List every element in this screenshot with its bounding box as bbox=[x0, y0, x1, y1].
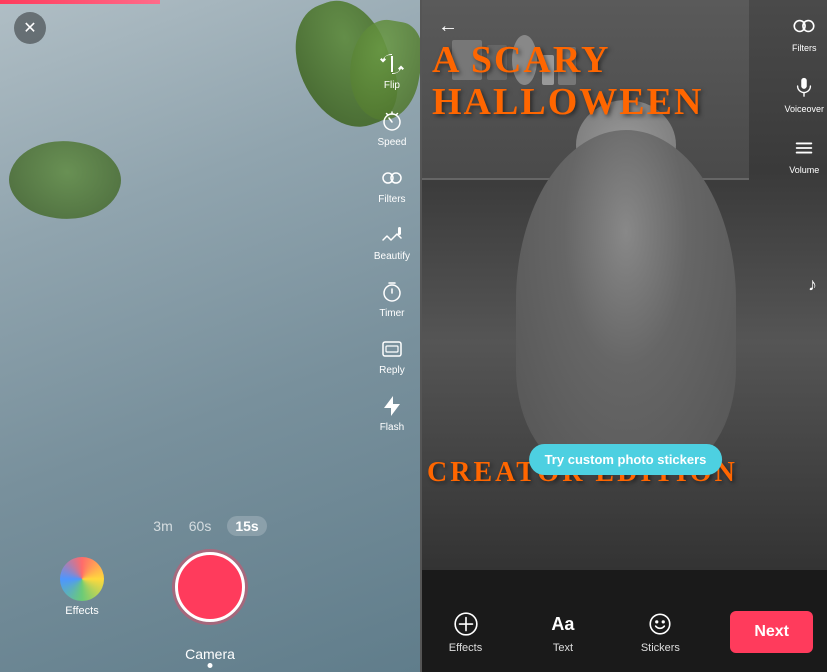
flash-icon bbox=[378, 392, 406, 420]
stickers-tool-button[interactable]: Stickers bbox=[633, 610, 688, 654]
duration-60s[interactable]: 60s bbox=[189, 518, 212, 534]
duration-3m[interactable]: 3m bbox=[153, 518, 172, 534]
title-line2: HALLOWEEN bbox=[432, 82, 749, 124]
halloween-title: A SCARY HALLOWEEN bbox=[432, 40, 749, 124]
video-filters-label: Filters bbox=[792, 43, 817, 53]
text-tool-button[interactable]: Aa Text bbox=[535, 610, 590, 654]
effects-tool-icon bbox=[452, 610, 480, 638]
camera-dot bbox=[208, 663, 213, 668]
filters-icon bbox=[378, 164, 406, 192]
reply-button[interactable]: Reply bbox=[378, 335, 406, 376]
sticker-banner[interactable]: Try custom photo stickers bbox=[529, 444, 723, 475]
next-button[interactable]: Next bbox=[730, 611, 813, 653]
editor-panel: A SCARY HALLOWEEN CREATOR EDITION ← Filt… bbox=[422, 0, 827, 672]
person-body bbox=[516, 130, 736, 470]
effects-tool-label: Effects bbox=[449, 642, 482, 654]
reply-icon bbox=[378, 335, 406, 363]
music-note-icon: ♪ bbox=[808, 275, 817, 296]
effects-label: Effects bbox=[65, 605, 98, 617]
reply-label: Reply bbox=[379, 365, 405, 376]
camera-label: Camera bbox=[0, 646, 420, 662]
close-button[interactable]: ✕ bbox=[14, 12, 46, 44]
video-area: A SCARY HALLOWEEN CREATOR EDITION ← Filt… bbox=[422, 0, 827, 570]
speed-icon bbox=[378, 107, 406, 135]
beautify-icon bbox=[378, 221, 406, 249]
volume-button[interactable]: Volume bbox=[788, 132, 820, 175]
camera-toolbar: Flip Speed Filters bbox=[374, 50, 410, 433]
video-toolbar: Filters Voiceover bbox=[784, 10, 824, 175]
voiceover-label: Voiceover bbox=[784, 104, 824, 114]
camera-panel: ✕ Flip Speed bbox=[0, 0, 420, 672]
flash-button[interactable]: Flash bbox=[378, 392, 406, 433]
camera-controls-row: Effects bbox=[0, 552, 420, 622]
record-button[interactable] bbox=[175, 552, 245, 622]
flash-label: Flash bbox=[380, 422, 404, 433]
voiceover-button[interactable]: Voiceover bbox=[784, 71, 824, 114]
text-tool-label: Text bbox=[553, 642, 573, 654]
camera-bottom-controls: 3m 60s 15s Effects bbox=[0, 516, 420, 622]
timer-label: Timer bbox=[379, 308, 404, 319]
editor-bottom-bar: Effects Aa Text Stickers Next bbox=[422, 592, 827, 672]
timer-icon bbox=[378, 278, 406, 306]
timer-button[interactable]: Timer bbox=[378, 278, 406, 319]
filters-label: Filters bbox=[378, 194, 405, 205]
volume-label: Volume bbox=[789, 165, 819, 175]
flip-icon bbox=[378, 50, 406, 78]
stickers-tool-label: Stickers bbox=[641, 642, 680, 654]
voiceover-icon bbox=[788, 71, 820, 103]
text-tool-icon: Aa bbox=[549, 610, 577, 638]
beautify-button[interactable]: Beautify bbox=[374, 221, 410, 262]
speed-button[interactable]: Speed bbox=[377, 107, 406, 148]
video-filters-icon bbox=[788, 10, 820, 42]
effects-icon bbox=[60, 557, 104, 601]
stickers-tool-icon bbox=[646, 610, 674, 638]
flip-button[interactable]: Flip bbox=[378, 50, 406, 91]
video-filters-button[interactable]: Filters bbox=[788, 10, 820, 53]
flip-label: Flip bbox=[384, 80, 400, 91]
volume-icon bbox=[788, 132, 820, 164]
duration-15s[interactable]: 15s bbox=[227, 516, 266, 536]
effects-button[interactable]: Effects bbox=[60, 557, 104, 617]
effects-tool-button[interactable]: Effects bbox=[438, 610, 493, 654]
beautify-label: Beautify bbox=[374, 251, 410, 262]
back-button[interactable]: ← bbox=[432, 10, 464, 42]
title-line1: A SCARY bbox=[432, 40, 749, 82]
duration-options: 3m 60s 15s bbox=[153, 516, 266, 536]
speed-label: Speed bbox=[377, 137, 406, 148]
filters-button[interactable]: Filters bbox=[378, 164, 406, 205]
recording-progress-bar bbox=[0, 0, 160, 4]
